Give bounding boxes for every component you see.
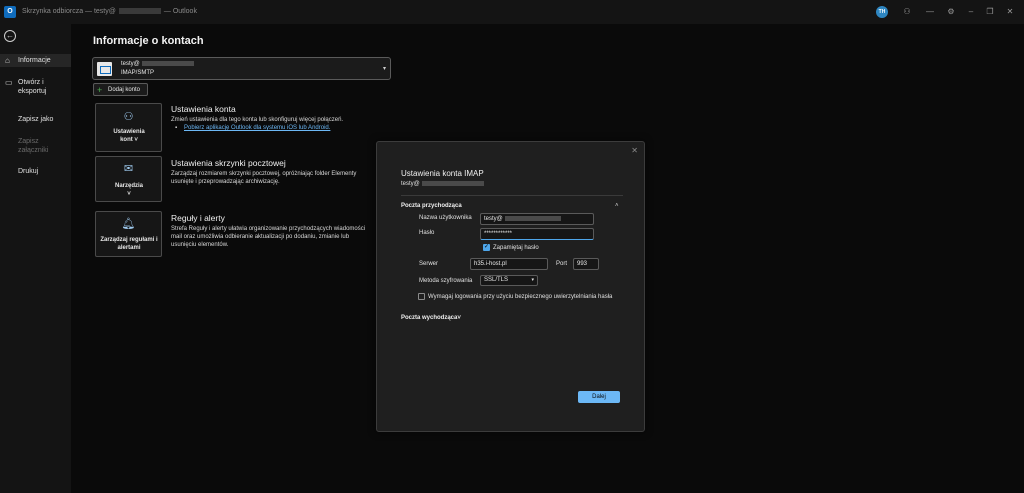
- section-title-rules-alerts: Reguły i alerty: [171, 213, 225, 223]
- page-title: Informacje o kontach: [93, 35, 204, 47]
- settings-icon[interactable]: ⚙: [946, 7, 956, 17]
- section-title-account-settings: Ustawienia konta: [171, 104, 236, 114]
- imap-settings-dialog: ✕ Ustawienia konta IMAP testy@ Poczta pr…: [376, 141, 645, 432]
- add-account-label: Dodaj konto: [108, 87, 141, 93]
- outlook-icon: O: [4, 6, 16, 18]
- tile-label: Narzędzia ˅: [114, 183, 143, 197]
- password-label: Hasło: [419, 230, 435, 236]
- username-value: testy@: [484, 216, 503, 222]
- sidebar-item-zapisz-jako[interactable]: Zapisz jako: [18, 115, 53, 124]
- avatar[interactable]: TH: [876, 6, 888, 18]
- chevron-down-icon: ▾: [382, 66, 386, 72]
- plus-icon: +: [97, 85, 103, 95]
- chevron-up-icon[interactable]: ˄: [615, 203, 619, 209]
- email-account-icon: [97, 62, 112, 76]
- encryption-select[interactable]: SSL/TLS ▾: [480, 275, 538, 286]
- dialog-email-text: testy@: [401, 181, 420, 188]
- back-arrow-icon[interactable]: ←: [4, 30, 16, 42]
- tile-label: Zarządzaj regułami i alertami: [100, 237, 158, 251]
- mobile-app-link[interactable]: Pobierz aplikację Outlook dla systemu iO…: [184, 125, 330, 131]
- sidebar-item-informacje[interactable]: ⌂ Informacje: [0, 54, 71, 67]
- divider: [401, 195, 623, 196]
- next-button[interactable]: Dalej: [578, 391, 620, 403]
- window-title: Skrzynka odbiorcza — testy@ — Outlook: [22, 8, 197, 15]
- server-label: Serwer: [419, 261, 439, 267]
- account-email: testy@: [121, 61, 194, 67]
- username-field[interactable]: testy@: [480, 213, 594, 225]
- section-desc-rules-alerts: Strefa Reguły i alerty ułatwia organizow…: [171, 226, 366, 248]
- remember-password-checkbox[interactable]: ✓: [483, 244, 490, 251]
- dialog-title: Ustawienia konta IMAP: [401, 169, 484, 178]
- redacted-block: [141, 61, 194, 66]
- add-account-button[interactable]: + Dodaj konto: [93, 83, 148, 96]
- remember-password-label: Zapamiętaj hasło: [493, 245, 539, 251]
- account-settings-button[interactable]: ⚇ Ustawienia kont ˅: [95, 103, 162, 152]
- account-dropdown[interactable]: testy@ IMAP/SMTP ▾: [92, 57, 391, 80]
- window-title-suffix: — Outlook: [163, 8, 197, 15]
- tools-icon: ✉: [123, 163, 134, 175]
- bullet: ▪: [175, 125, 178, 131]
- outgoing-mail-header[interactable]: Poczta wychodząca˅: [401, 315, 461, 321]
- tile-label: Ustawienia kont ˅: [113, 129, 145, 143]
- rules-alerts-button[interactable]: 🔔︎ Zarządzaj regułami i alertami: [95, 211, 162, 257]
- incoming-mail-header[interactable]: Poczta przychodząca: [401, 203, 462, 209]
- people-icon[interactable]: ⚇: [902, 7, 912, 17]
- dialog-email: testy@: [401, 181, 484, 187]
- title-bar: O Skrzynka odbiorcza — testy@ — Outlook T…: [0, 0, 1024, 24]
- encryption-label: Metoda szyfrowania: [419, 278, 473, 284]
- redacted-block: [118, 8, 161, 15]
- server-field[interactable]: h35.i-host.pl: [470, 258, 548, 270]
- account-email-text: testy@: [121, 61, 140, 68]
- window-title-prefix: Skrzynka odbiorcza — testy@: [22, 8, 116, 15]
- outgoing-mail-label: Poczta wychodząca: [401, 315, 458, 321]
- username-label: Nazwa użytkownika: [419, 215, 472, 221]
- folder-open-icon: ▭: [5, 78, 13, 87]
- close-icon[interactable]: ✕: [631, 146, 638, 155]
- redacted-block: [421, 181, 484, 186]
- minimize-icon[interactable]: —: [925, 7, 935, 17]
- chevron-down-icon: ˅: [457, 315, 461, 321]
- backstage-sidebar: ← ⌂ Informacje ▭ Otwórz i eksportuj Zapi…: [0, 24, 71, 493]
- spa-label: Wymagaj logowania przy użyciu bezpieczne…: [428, 294, 613, 300]
- account-settings-icon: ⚇: [123, 111, 134, 123]
- account-type: IMAP/SMTP: [121, 70, 155, 76]
- bell-rules-icon: 🔔︎: [121, 218, 136, 230]
- sidebar-item-otworz-eksportuj[interactable]: ▭ Otwórz i eksportuj: [0, 78, 71, 96]
- password-field[interactable]: ************: [480, 228, 594, 240]
- sidebar-item-label: Informacje: [18, 57, 51, 64]
- section-title-mailbox-settings: Ustawienia skrzynki pocztowej: [171, 158, 286, 168]
- port-field[interactable]: 993: [573, 258, 599, 270]
- encryption-value: SSL/TLS: [484, 277, 509, 283]
- section-desc-mailbox-settings: Zarządzaj rozmiarem skrzynki pocztowej, …: [171, 171, 357, 185]
- section-desc-account-settings: Zmień ustawienia dla tego konta lub skon…: [171, 117, 344, 123]
- port-label: Port: [556, 261, 568, 267]
- chevron-down-icon: ▾: [531, 277, 534, 283]
- home-icon: ⌂: [5, 56, 10, 65]
- minimize-window-icon[interactable]: –: [966, 7, 976, 17]
- close-window-icon[interactable]: ✕: [1005, 7, 1015, 17]
- sidebar-item-label: Otwórz i eksportuj: [18, 79, 47, 95]
- sidebar-item-drukuj[interactable]: Drukuj: [18, 167, 38, 176]
- restore-window-icon[interactable]: ❐: [985, 7, 995, 17]
- tools-button[interactable]: ✉ Narzędzia ˅: [95, 156, 162, 202]
- redacted-block: [504, 215, 561, 221]
- sidebar-item-zapisz-zalaczniki: Zapisz załączniki: [18, 138, 49, 154]
- spa-checkbox[interactable]: [418, 293, 425, 300]
